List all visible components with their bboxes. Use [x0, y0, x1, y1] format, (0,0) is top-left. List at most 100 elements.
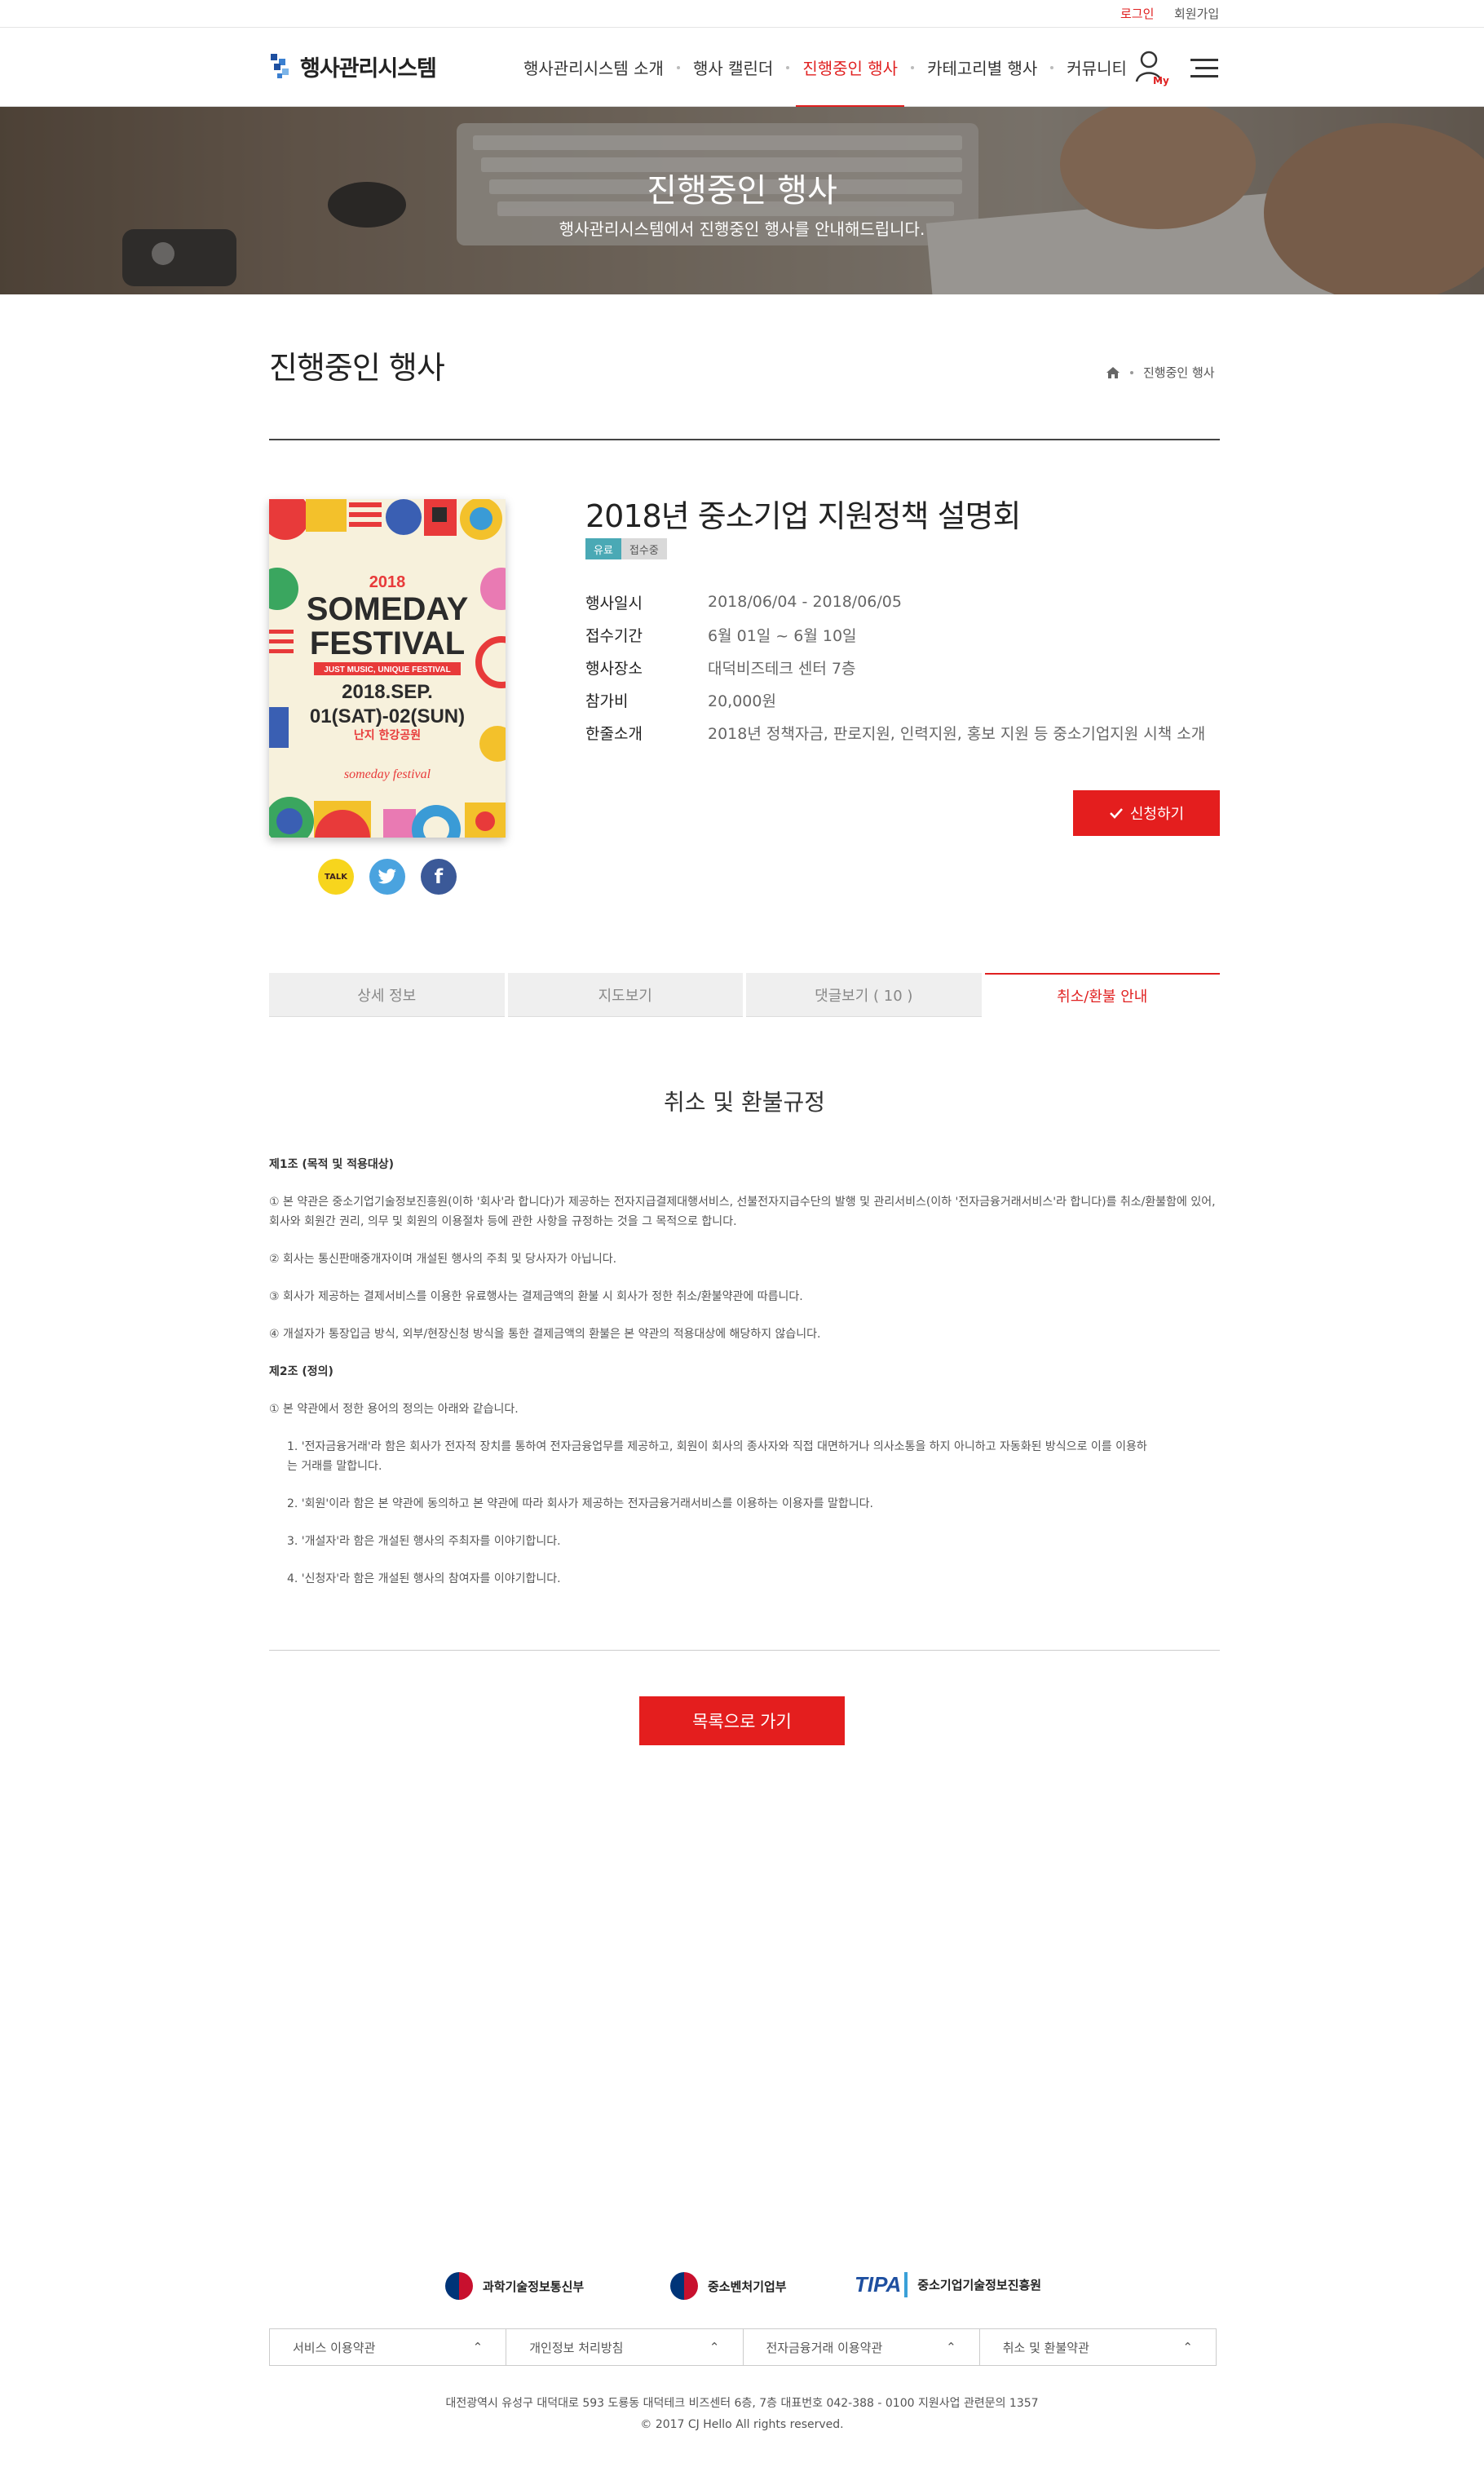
- chevron-up-icon: ⌃: [946, 2340, 956, 2354]
- tab-map[interactable]: 지도보기: [507, 973, 743, 1017]
- info-row-date: 행사일시 2018/06/04 - 2018/06/05: [585, 586, 1205, 618]
- home-icon[interactable]: [1106, 366, 1120, 379]
- partner-name: 과학기술정보통신부: [483, 2279, 585, 2294]
- info-value: 20,000원: [708, 692, 776, 710]
- address-text: 대전광역시 유성구 대덕대로 593 도룡동 대덕테크 비즈센터 6층, 7층 …: [445, 2397, 1039, 2410]
- info-value: 대덕비즈테크 센터 7층: [708, 659, 856, 678]
- poster-place: 난지 한강공원: [354, 728, 421, 742]
- article-paragraph: ② 회사는 통신판매중개자이며 개설된 행사의 주최 및 당사자가 아닙니다.: [269, 1253, 617, 1266]
- partner-logos: 과학기술정보통신부 중소벤처기업부 TIPA 중소기업기술정보진흥원: [0, 2264, 1484, 2313]
- footer-link-terms[interactable]: 서비스 이용약관 ⌃: [270, 2329, 507, 2365]
- article-paragraph: ③ 회사가 제공하는 결제서비스를 이용한 유료행사는 결제금액의 환불 시 회…: [269, 1290, 803, 1303]
- breadcrumb-current: 진행중인 행사: [1143, 365, 1215, 380]
- check-icon: [1109, 808, 1123, 819]
- tipa-logo-icon: TIPA: [855, 2272, 908, 2297]
- my-label: My: [1153, 75, 1169, 86]
- partner-msit[interactable]: 과학기술정보통신부: [445, 2272, 584, 2300]
- poster-line2: FESTIVAL: [310, 626, 465, 661]
- event-badges: 유료 접수중: [585, 538, 667, 559]
- tab-detail-info[interactable]: 상세 정보: [269, 973, 505, 1017]
- hero-banner: 진행중인 행사 행사관리시스템에서 진행중인 행사를 안내해드립니다.: [0, 107, 1484, 294]
- partner-name: 중소기업기술정보진흥원: [917, 2278, 1042, 2293]
- info-value: 2018/06/04 - 2018/06/05: [708, 593, 902, 611]
- info-label: 행사일시: [585, 594, 643, 612]
- logo-text: 행사관리시스템: [300, 56, 437, 82]
- taegeuk-icon: [445, 2272, 473, 2300]
- section-title: 취소 및 환불규정: [663, 1089, 826, 1116]
- apply-button[interactable]: 신청하기: [1073, 790, 1220, 836]
- nav-item-community[interactable]: 커뮤니티: [1053, 28, 1140, 107]
- footer-link-efinance[interactable]: 전자금융거래 이용약관 ⌃: [744, 2329, 980, 2365]
- nav-item-ongoing[interactable]: 진행중인 행사: [789, 28, 911, 107]
- content-divider: [269, 1650, 1220, 1651]
- definition-item: 4. '신청자'라 함은 개설된 행사의 참여자를 이야기합니다.: [287, 1572, 561, 1585]
- login-link[interactable]: 로그인: [1120, 5, 1154, 22]
- info-value: 6월 01일 ~ 6월 10일: [708, 626, 857, 645]
- info-row-summary: 한줄소개 2018년 정책자금, 판로지원, 인력지원, 홍보 지원 등 중소기업…: [585, 716, 1205, 749]
- twitter-bird-icon: [378, 869, 396, 884]
- breadcrumb-separator: [1130, 370, 1133, 374]
- info-label: 한줄소개: [585, 724, 643, 743]
- article-title: 제2조 (정의): [269, 1365, 333, 1378]
- poster-artwork: 2018 SOMEDAY FESTIVAL JUST MUSIC, UNIQUE…: [269, 499, 506, 838]
- chevron-up-icon: ⌃: [472, 2340, 484, 2354]
- logo[interactable]: 행사관리시스템: [269, 51, 437, 82]
- page-title: 진행중인 행사: [269, 350, 445, 386]
- nav-item-calendar[interactable]: 행사 캘린더: [680, 28, 786, 107]
- title-divider: [269, 439, 1220, 440]
- poster-tagline: JUST MUSIC, UNIQUE FESTIVAL: [324, 665, 450, 674]
- twitter-share-icon[interactable]: [369, 859, 405, 895]
- hamburger-menu-icon[interactable]: [1189, 57, 1218, 80]
- chevron-up-icon: ⌃: [709, 2340, 720, 2354]
- event-title: 2018년 중소기업 지원정책 설명회: [585, 498, 1021, 534]
- nav-item-category[interactable]: 카테고리별 행사: [914, 28, 1050, 107]
- definition-item: 2. '회원'이라 함은 본 약관에 동의하고 본 약관에 따라 회사가 제공하…: [287, 1497, 873, 1510]
- event-poster: 2018 SOMEDAY FESTIVAL JUST MUSIC, UNIQUE…: [269, 499, 506, 838]
- nav-item-intro[interactable]: 행사관리시스템 소개: [510, 28, 677, 107]
- apply-button-label: 신청하기: [1129, 806, 1185, 822]
- signup-link[interactable]: 회원가입: [1174, 5, 1219, 22]
- poster-line1: SOMEDAY: [307, 591, 469, 627]
- definition-item: 1. '전자금융거래'라 함은 회사가 전자적 장치를 통하여 전자금융업무를 …: [287, 1440, 1147, 1473]
- info-row-registration: 접수기간 6월 01일 ~ 6월 10일: [585, 618, 1205, 651]
- refund-terms: 제1조 (목적 및 적용대상) ① 본 약관은 중소기업기술정보진흥원(이하 '…: [269, 1155, 1220, 1589]
- footer-link-refund[interactable]: 취소 및 환불약관 ⌃: [980, 2329, 1216, 2365]
- footer-link-label: 개인정보 처리방침: [529, 2340, 624, 2355]
- info-label: 행사장소: [585, 659, 643, 678]
- info-label: 접수기간: [585, 626, 643, 645]
- chevron-up-icon: ⌃: [1182, 2340, 1193, 2354]
- kakaotalk-share-icon[interactable]: TALK: [318, 859, 354, 895]
- utility-bar: 로그인 회원가입: [0, 0, 1484, 28]
- partner-tipa[interactable]: TIPA 중소기업기술정보진흥원: [855, 2272, 1041, 2297]
- footer-links: 서비스 이용약관 ⌃ 개인정보 처리방침 ⌃ 전자금융거래 이용약관 ⌃ 취소 및 환…: [269, 2328, 1217, 2366]
- article-paragraph: ① 본 약관은 중소기업기술정보진흥원(이하 '회사'라 합니다)가 제공하는 …: [269, 1196, 1216, 1228]
- my-page-icon[interactable]: My: [1135, 49, 1169, 86]
- article-paragraph: ④ 개설자가 통장입금 방식, 외부/현장신청 방식을 통한 결제금액의 환불은…: [269, 1328, 821, 1341]
- badge-paid: 유료: [585, 538, 621, 559]
- poster-brand: someday festival: [344, 767, 431, 781]
- partner-name: 중소벤처기업부: [708, 2279, 787, 2294]
- main-nav: 행사관리시스템 소개 행사 캘린더 진행중인 행사 카테고리별 행사 커뮤니티: [510, 28, 1140, 107]
- badge-status: 접수중: [621, 538, 667, 559]
- article-paragraph: ① 본 약관에서 정한 용어의 정의는 아래와 같습니다.: [269, 1403, 519, 1416]
- partner-mss[interactable]: 중소벤처기업부: [670, 2272, 787, 2300]
- tab-refund-info[interactable]: 취소/환불 안내: [984, 973, 1220, 1017]
- poster-year: 2018: [369, 573, 406, 591]
- article-title: 제1조 (목적 및 적용대상): [269, 1158, 395, 1171]
- breadcrumb: 진행중인 행사: [1106, 364, 1215, 381]
- header: 행사관리시스템 행사관리시스템 소개 행사 캘린더 진행중인 행사 카테고리별 …: [0, 28, 1484, 107]
- footer-link-privacy[interactable]: 개인정보 처리방침 ⌃: [506, 2329, 744, 2365]
- detail-tabs: 상세 정보 지도보기 댓글보기 ( 10 ) 취소/환불 안내: [269, 973, 1220, 1017]
- back-to-list-button[interactable]: 목록으로 가기: [639, 1696, 845, 1745]
- hero-title: 진행중인 행사: [647, 172, 837, 210]
- info-value: 2018년 정책자금, 판로지원, 인력지원, 홍보 지원 등 중소기업지원 시…: [708, 724, 1206, 743]
- footer-address: 대전광역시 유성구 대덕대로 593 도룡동 대덕테크 비즈센터 6층, 7층 …: [0, 2393, 1484, 2435]
- hero-subtitle: 행사관리시스템에서 진행중인 행사를 안내해드립니다.: [559, 219, 925, 239]
- info-label: 참가비: [585, 692, 629, 710]
- tab-comments[interactable]: 댓글보기 ( 10 ): [746, 973, 982, 1017]
- facebook-share-icon[interactable]: f: [421, 859, 457, 895]
- poster-date1: 2018.SEP.: [342, 681, 433, 703]
- taegeuk-icon: [670, 2272, 698, 2300]
- info-row-venue: 행사장소 대덕비즈테크 센터 7층: [585, 651, 1205, 683]
- footer-link-label: 전자금융거래 이용약관: [766, 2340, 883, 2355]
